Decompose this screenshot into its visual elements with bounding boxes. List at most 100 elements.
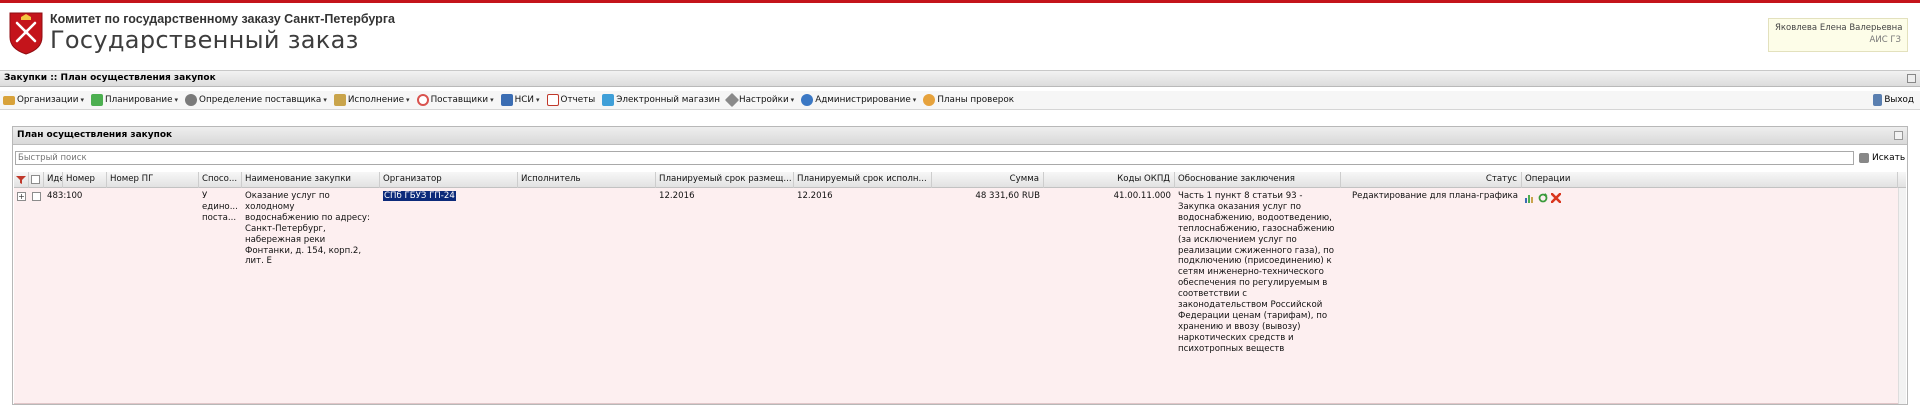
top-accent-line [0,0,1920,3]
column-header-plan-placement[interactable]: Планируемый срок размещ... [656,172,794,188]
menu-settings[interactable]: Настройки ▾ [724,92,795,108]
book-icon [500,94,513,106]
column-header-okpd[interactable]: Коды ОКПД [1044,172,1175,188]
menu-administration[interactable]: Администрирование ▾ [801,94,916,106]
menu-suppliers[interactable]: Поставщики ▾ [416,94,494,106]
row-checkbox[interactable] [32,192,41,201]
admin-user-icon [801,94,814,106]
column-header-status[interactable]: Статус [1341,172,1522,188]
column-header-plan-execution[interactable]: Планируемый срок исполн... [794,172,932,188]
menu-inspection-plans[interactable]: Планы проверок [923,94,1014,106]
organizer-selected-text: СПб ГБУЗ ГП-24 [383,191,456,201]
menu-supplier-selection[interactable]: Определение поставщика ▾ [185,94,327,106]
shop-icon [602,94,615,106]
cell-number: 100 [66,191,83,201]
menu-label: Исполнение [347,95,405,105]
search-button-label: Искать [1872,153,1906,163]
menu-label: Определение поставщика [199,95,322,105]
column-header-operations[interactable]: Операции [1522,172,1898,188]
expand-row-icon[interactable]: + [17,192,26,201]
exit-button[interactable]: Выход [1873,94,1914,106]
menu-e-shop[interactable]: Электронный магазин [602,94,720,106]
user-name: Яковлева Елена Валерьевна [1775,23,1903,33]
chevron-down-icon: ▾ [912,96,917,104]
cell-justification: Часть 1 пункт 8 статьи 93 - Закупка оказ… [1178,191,1335,354]
cell-sum: 48 331,60 RUB [975,191,1040,201]
refresh-arrows-icon[interactable] [1538,193,1548,203]
planning-icon [91,94,103,106]
filter-icon [16,176,26,184]
table-scrollbar[interactable] [1898,188,1906,404]
filter-column-header[interactable] [14,172,29,188]
cell-status: Редактирование для плана-графика [1351,191,1518,201]
inspector-user-icon [923,94,936,106]
report-icon [546,94,559,106]
cell-okpd: 41.00.11.000 [1113,191,1171,201]
menu-label: НСИ [514,95,534,105]
chevron-down-icon: ▾ [406,96,410,104]
column-header-sum[interactable]: Сумма [932,172,1044,188]
quick-search-row: Искать [15,151,1905,165]
column-header-method[interactable]: Спосо... [199,172,242,188]
menu-reports[interactable]: Отчеты [546,94,596,106]
main-menu: Организации ▾ Планирование ▾ Определение п… [0,91,1920,110]
table-header: Иде Номер Номер ПГ Спосо... Наименование… [14,172,1906,188]
cell-purchase-name: Оказание услуг по холодному водоснабжени… [245,191,370,267]
menu-planning[interactable]: Планирование ▾ [91,94,178,106]
select-all-checkbox[interactable] [31,175,40,184]
cell-plan-execution: 12.2016 [797,191,833,201]
exit-door-icon [1873,94,1883,106]
column-header-id[interactable]: Иде [44,172,63,188]
cell-id: 483: [47,191,67,201]
clock-icon [416,94,429,106]
chevron-down-icon: ▾ [323,96,327,104]
cell-organizer: СПб ГБУЗ ГП-24 [383,191,513,202]
quick-search-input[interactable] [15,151,1854,165]
menu-label: Организации [17,95,79,105]
user-system: АИС ГЗ [1869,35,1901,45]
execution-icon [333,94,346,106]
app-title: Государственный заказ [50,26,359,54]
menu-label: Администрирование [815,95,911,105]
page-title: Закупки :: План осуществления закупок [4,73,216,83]
column-header-purchase-name[interactable]: Наименование закупки [242,172,380,188]
folder-icon [3,95,15,105]
binoculars-icon [1859,153,1869,163]
menu-label: Электронный магазин [616,95,720,105]
menu-execution[interactable]: Исполнение ▾ [333,94,410,106]
chevron-down-icon: ▾ [174,96,179,104]
column-header-organizer[interactable]: Организатор [380,172,518,188]
column-header-justification[interactable]: Обоснование заключения [1175,172,1341,188]
column-header-executor[interactable]: Исполнитель [518,172,656,188]
chevron-down-icon: ▾ [80,96,84,104]
menu-reference-data[interactable]: НСИ ▾ [500,94,540,106]
procurement-plan-panel: План осуществления закупок Искать Иде Но… [12,126,1908,405]
delete-icon[interactable] [1551,193,1561,203]
table-row[interactable]: + 483: 100 У едино... поста... Оказание … [14,188,1906,404]
collapse-icon[interactable] [1907,74,1916,83]
refresh-icon[interactable] [1894,131,1903,140]
chevron-down-icon: ▾ [536,96,540,104]
menu-label: Планирование [105,95,173,105]
column-header-pg-number[interactable]: Номер ПГ [107,172,199,188]
user-info-box[interactable]: Яковлева Елена Валерьевна АИС ГЗ [1768,18,1908,52]
brand-header: Комитет по государственному заказу Санкт… [8,11,395,55]
select-all-header[interactable] [29,172,44,188]
menu-label: Поставщики [430,95,489,105]
exit-label: Выход [1884,95,1914,105]
cell-operations [1525,191,1585,205]
gear-icon [185,94,198,106]
spb-coat-of-arms-logo [9,12,43,55]
chevron-down-icon: ▾ [790,96,795,104]
menu-label: Планы проверок [937,95,1015,105]
org-name: Комитет по государственному заказу Санкт… [50,12,395,26]
column-header-number[interactable]: Номер [63,172,107,188]
page-title-bar: Закупки :: План осуществления закупок [0,70,1920,87]
cell-plan-placement: 12.2016 [659,191,695,201]
cell-method: У едино... поста... [202,191,238,223]
menu-organizations[interactable]: Организации ▾ [3,95,84,105]
chevron-down-icon: ▾ [490,96,494,104]
search-button[interactable]: Искать [1859,151,1905,165]
menu-label: Отчеты [560,95,596,105]
chart-icon[interactable] [1525,193,1535,203]
